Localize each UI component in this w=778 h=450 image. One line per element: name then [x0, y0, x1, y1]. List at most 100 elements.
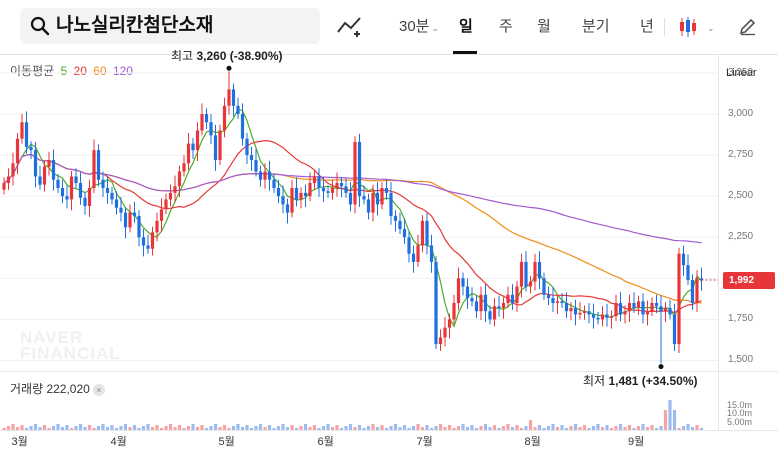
volume-bar — [191, 424, 195, 430]
volume-bar — [393, 424, 398, 430]
volume-bar — [335, 425, 339, 430]
volume-bar — [92, 428, 96, 430]
candle-body — [560, 301, 564, 303]
volume-bar — [438, 424, 443, 430]
candle-body — [438, 337, 443, 345]
candle-body — [537, 261, 542, 279]
candle-body — [15, 138, 20, 164]
candle-body — [618, 302, 623, 315]
y-tick-label: 2,500 — [728, 190, 754, 202]
volume-bar — [420, 427, 425, 430]
candle-body — [587, 311, 591, 315]
candle-body — [686, 265, 690, 280]
candle-body — [312, 176, 317, 184]
candle-body — [393, 215, 398, 221]
candle-body — [348, 192, 353, 205]
candle-body — [294, 187, 299, 200]
volume-bar — [470, 425, 474, 430]
volume-bar — [434, 426, 438, 430]
volume-bar — [51, 426, 56, 430]
volume-bar — [407, 428, 411, 430]
volume-bar — [101, 424, 105, 430]
candle-body — [308, 183, 312, 197]
candle-body — [515, 286, 519, 303]
volume-bar — [542, 428, 546, 430]
candle-body — [24, 122, 29, 147]
tab-yearly[interactable]: 년 — [640, 17, 654, 37]
candle-body — [672, 314, 677, 345]
volume-bar — [465, 427, 470, 430]
candle-body — [488, 311, 492, 320]
volume-bar — [497, 428, 501, 430]
trendline-tool-icon[interactable] — [336, 14, 364, 38]
volume-bar — [344, 426, 348, 430]
volume-bar — [236, 424, 240, 430]
time-axis-divider — [0, 430, 778, 431]
candle-body — [474, 301, 479, 312]
candle-body — [96, 150, 101, 180]
volume-bar — [326, 424, 330, 430]
ma60-line — [3, 153, 702, 304]
volume-bar — [65, 425, 69, 430]
candle-body — [33, 150, 38, 177]
volume-bar — [222, 425, 227, 430]
candle-body — [245, 138, 249, 156]
stock-search-box[interactable]: 나노실리칸첨단소재 — [20, 8, 320, 44]
volume-bar — [389, 426, 393, 430]
candle-body — [299, 192, 303, 200]
candle-body — [353, 141, 357, 205]
volume-bar — [2, 428, 6, 430]
volume-bar — [11, 424, 15, 430]
candle-body — [249, 155, 254, 161]
active-tab-indicator — [453, 51, 477, 54]
volume-bar — [15, 427, 20, 430]
volume-bar — [641, 424, 645, 430]
current-price-tag: 1,992 — [723, 271, 775, 289]
candle-body — [443, 327, 447, 338]
candle-body — [659, 306, 663, 312]
volume-bar — [501, 426, 506, 430]
candle-body — [209, 122, 213, 136]
tab-30min[interactable]: 30분 ⌄ — [399, 17, 439, 38]
volume-tick: 5.00m — [727, 417, 753, 427]
volume-bar — [357, 425, 362, 430]
volume-bar — [195, 427, 200, 430]
tab-weekly[interactable]: 주 — [499, 17, 513, 37]
volume-bar — [200, 425, 204, 430]
volume-bar — [537, 425, 542, 430]
volume-bar — [546, 426, 551, 430]
x-tick-label: 7월 — [416, 436, 433, 448]
candle-body — [191, 143, 195, 151]
candlestick-type-icon[interactable]: ⌄ — [678, 16, 718, 38]
volume-bar — [371, 424, 375, 430]
volume-bar — [528, 420, 533, 430]
candle-body — [497, 306, 501, 308]
candle-body — [56, 179, 60, 188]
volume-bar — [137, 428, 141, 430]
candle-body — [371, 192, 375, 213]
volume-bar — [204, 428, 209, 430]
volume-bar — [74, 426, 78, 430]
volume-bar — [447, 425, 452, 430]
volume-bar — [96, 426, 101, 430]
tab-daily[interactable]: 일 — [459, 17, 473, 37]
candle-body — [524, 261, 528, 287]
y-tick-label: 2,250 — [728, 231, 754, 243]
price-chart[interactable] — [0, 55, 718, 371]
volume-bar — [276, 426, 281, 430]
volume-bar — [555, 427, 560, 430]
candle-body — [51, 160, 56, 180]
volume-bar — [47, 428, 51, 430]
candle-body — [380, 187, 384, 205]
candle-body — [501, 302, 506, 308]
candle-body — [654, 302, 659, 307]
tab-monthly[interactable]: 월 — [537, 17, 551, 37]
candle-body — [6, 176, 11, 184]
tab-quarterly[interactable]: 분기 — [582, 17, 610, 37]
candle-body — [110, 192, 114, 200]
pencil-icon[interactable] — [738, 16, 758, 36]
candle-body — [542, 278, 546, 295]
candle-body — [222, 105, 227, 131]
volume-bar — [272, 428, 276, 430]
volume-bar — [317, 428, 321, 430]
